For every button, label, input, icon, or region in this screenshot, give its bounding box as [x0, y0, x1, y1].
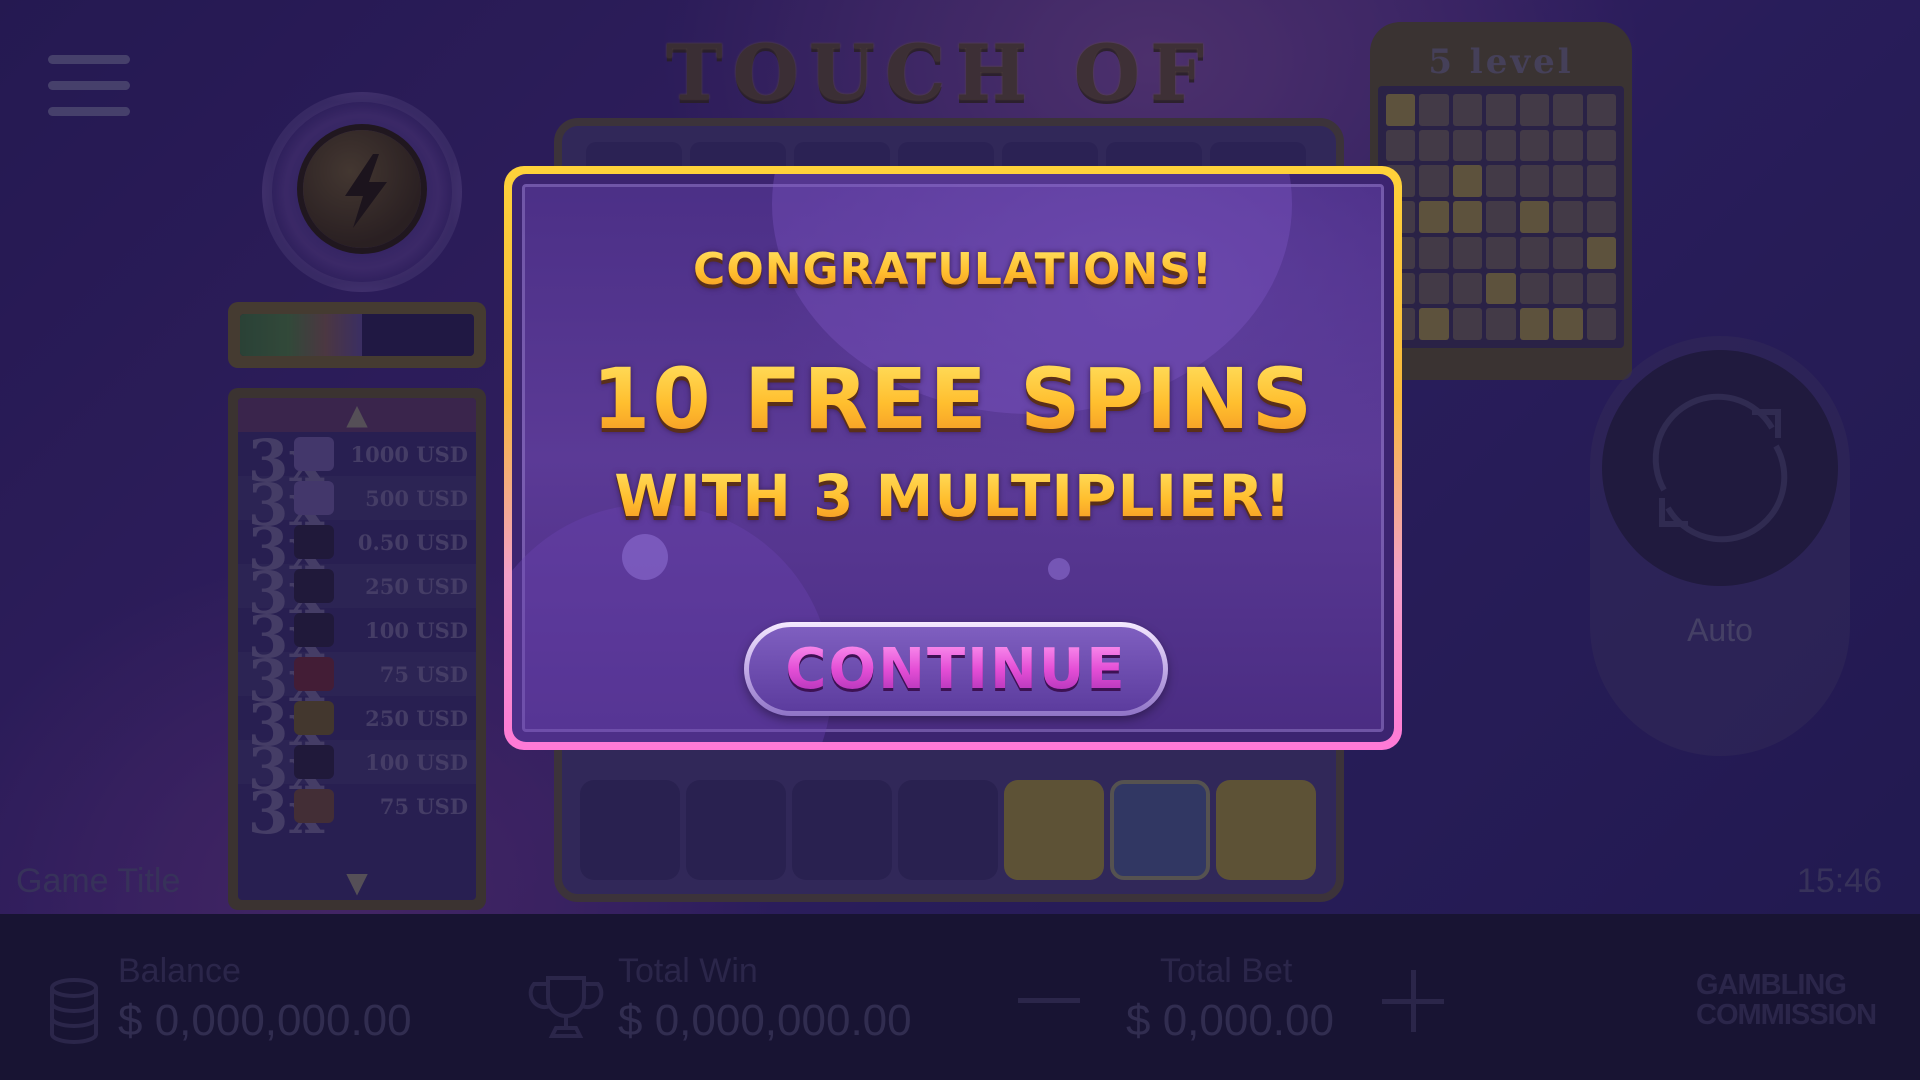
congratulations-heading: CONGRATULATIONS! — [512, 244, 1394, 295]
continue-label: CONTINUE — [785, 636, 1127, 702]
free-spins-text: 10 FREE SPINS — [512, 350, 1394, 448]
multiplier-text: WITH 3 MULTIPLIER! — [512, 462, 1394, 530]
free-spins-dialog: CONGRATULATIONS! 10 FREE SPINS WITH 3 MU… — [504, 166, 1402, 750]
continue-button[interactable]: CONTINUE — [744, 622, 1168, 716]
